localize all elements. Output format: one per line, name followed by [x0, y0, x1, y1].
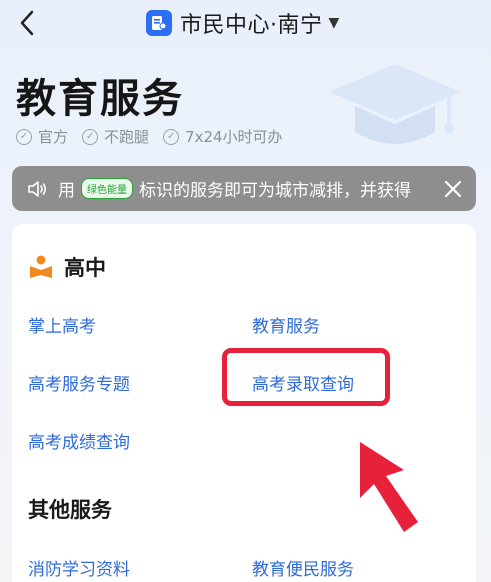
badge-no-errand: ✓ 不跑腿 — [82, 126, 149, 147]
section-title: 高中 — [64, 256, 106, 280]
notice-text: 标识的服务即可为城市减排，并获得 — [139, 181, 411, 201]
section-other-services: 其他服务 — [28, 494, 112, 524]
page-title: 教育服务 — [16, 76, 184, 122]
green-energy-notice[interactable]: 用 绿色能量 标识的服务即可为城市减排，并获得 — [12, 166, 476, 211]
check-circle-icon: ✓ — [163, 128, 180, 145]
close-icon[interactable] — [442, 178, 464, 200]
link-education-service[interactable]: 教育服务 — [252, 312, 320, 337]
badge-24h: ✓ 7x24小时可办 — [163, 126, 283, 147]
link-zhangshang-gaokao[interactable]: 掌上高考 — [28, 312, 96, 337]
check-circle-icon: ✓ — [16, 128, 32, 145]
city-switcher[interactable]: 市民中心·南宁 ▼ — [146, 6, 339, 40]
highlight-box — [222, 348, 390, 406]
link-education-convenience[interactable]: 教育便民服务 — [252, 555, 354, 580]
badge-official: ✓ 官方 — [16, 126, 68, 147]
chevron-left-icon[interactable] — [14, 8, 42, 38]
badge-label: 不跑腿 — [104, 128, 150, 146]
link-gaokao-topic[interactable]: 高考服务专题 — [28, 370, 130, 395]
book-reader-icon — [28, 254, 54, 280]
nav-title: 市民中心·南宁 — [180, 13, 323, 38]
check-circle-icon: ✓ — [82, 128, 99, 145]
service-badges: ✓ 官方 ✓ 不跑腿 ✓ 7x24小时可办 — [16, 126, 283, 147]
section-high-school: 高中 — [28, 252, 106, 282]
link-gaokao-score-query[interactable]: 高考成绩查询 — [28, 428, 130, 453]
citizen-center-icon — [146, 10, 172, 36]
notice-prefix: 用 — [58, 181, 75, 201]
badge-label: 7x24小时可办 — [185, 128, 283, 146]
section-title: 其他服务 — [28, 498, 112, 522]
graduation-cap-icon — [325, 58, 465, 154]
pointer-arrow-icon — [342, 440, 422, 535]
badge-label: 官方 — [38, 128, 69, 146]
green-energy-tag: 绿色能量 — [81, 178, 133, 199]
link-fire-safety-materials[interactable]: 消防学习资料 — [28, 555, 130, 580]
speaker-icon — [26, 178, 48, 200]
top-nav: 市民中心·南宁 ▼ — [0, 0, 491, 48]
chevron-down-icon: ▼ — [328, 15, 340, 31]
